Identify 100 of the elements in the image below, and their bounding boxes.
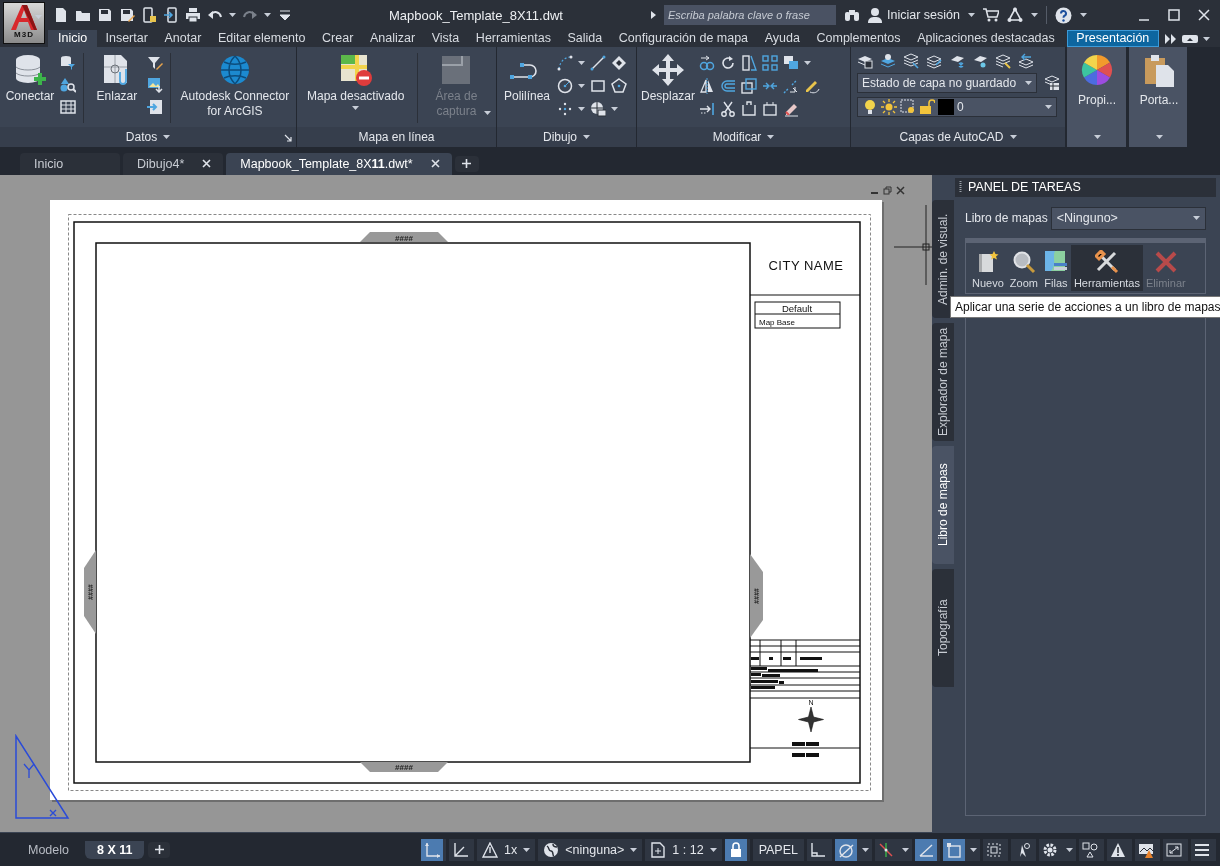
globe-table-icon[interactable] (590, 101, 606, 117)
layer-up-icon[interactable] (926, 53, 942, 69)
caret-icon[interactable] (1066, 847, 1073, 852)
layer-down-icon[interactable] (903, 53, 919, 69)
import-map-icon[interactable] (146, 99, 163, 115)
ribbon-tab[interactable]: Anotar (156, 30, 210, 47)
caret-icon[interactable] (163, 134, 171, 139)
layer-states-icon[interactable] (1044, 75, 1060, 91)
toolbar-button[interactable]: Filas (1040, 244, 1071, 291)
new-layout-button[interactable] (148, 841, 171, 858)
binoculars-icon[interactable] (844, 7, 860, 23)
side-tab[interactable]: Topografía (932, 568, 954, 687)
extend-icon[interactable] (699, 101, 716, 117)
shapes-search-icon[interactable] (60, 77, 76, 93)
application-menu-button[interactable]: M3D (3, 2, 45, 44)
document-tab[interactable]: Mapbook_Template_8X11.dwt* (226, 152, 452, 175)
grip-icon[interactable] (959, 181, 962, 194)
panel-toggle-icon[interactable] (1181, 33, 1198, 44)
caret-icon[interactable] (1030, 13, 1038, 17)
panel-title[interactable]: Datos (125, 129, 158, 144)
caret-icon[interactable] (578, 84, 585, 88)
break-icon[interactable] (783, 78, 800, 94)
layer-freeze-icon[interactable] (949, 53, 965, 69)
caret-icon[interactable] (583, 134, 590, 139)
search-field[interactable]: Escriba palabra clave o frase (664, 5, 836, 25)
mirror-icon[interactable] (699, 78, 716, 94)
layer-match-icon[interactable] (880, 53, 896, 69)
ribbon-tab[interactable]: Crear (313, 30, 362, 47)
cart-icon[interactable] (982, 7, 999, 23)
ribbon-tab[interactable]: Editar elemento (209, 30, 314, 47)
maximize-icon[interactable] (1168, 9, 1180, 21)
status-toggle-button[interactable] (943, 838, 965, 861)
ribbon-tab[interactable]: Insertar (97, 30, 157, 47)
status-dropdown[interactable]: 1 : 12 (645, 838, 722, 861)
document-tab[interactable]: Dibujo4* (123, 152, 224, 175)
caret-icon[interactable] (862, 847, 869, 852)
layer-properties-icon[interactable] (857, 53, 873, 69)
panel-title[interactable]: Dibujo (543, 129, 577, 144)
menu-caret-icon[interactable] (277, 7, 293, 23)
expand-arrow-icon[interactable] (651, 11, 656, 19)
layer-state-dropdown[interactable]: Estado de capa no guardado (857, 73, 1037, 93)
arc-icon[interactable] (557, 55, 573, 71)
caret-icon[interactable] (264, 13, 271, 17)
ribbon-tab[interactable]: Analizar (361, 30, 424, 47)
panel-title[interactable]: Modificar (712, 129, 762, 144)
database-filter-icon[interactable] (60, 55, 76, 71)
trim-icon[interactable] (741, 55, 758, 71)
export-icon[interactable] (163, 7, 179, 23)
caret-icon[interactable] (970, 847, 977, 852)
save-icon[interactable] (97, 7, 113, 23)
double-arrow-icon[interactable] (1164, 33, 1177, 44)
scissors-icon[interactable] (720, 101, 737, 117)
save-pencil-icon[interactable] (119, 7, 135, 23)
panel-title[interactable]: Capas de AutoCAD (899, 129, 1004, 144)
caret-icon[interactable] (578, 61, 585, 65)
printer-icon[interactable] (185, 7, 201, 23)
toolbar-button[interactable]: Nuevo (969, 244, 1007, 291)
draw-order-icon[interactable] (783, 55, 800, 71)
array-grid-icon[interactable] (762, 55, 779, 71)
stretch-box-icon[interactable] (762, 101, 779, 117)
help-icon[interactable] (1054, 6, 1072, 24)
ribbon-tab[interactable]: Inicio (48, 30, 98, 47)
filter-pencil-icon[interactable] (146, 55, 163, 71)
layer-off-icon[interactable] (972, 53, 988, 69)
layout-tab[interactable]: Modelo (16, 840, 81, 859)
ribbon-tool-button[interactable]: Polilínea (501, 53, 553, 104)
caret-icon[interactable] (804, 61, 812, 65)
diamond-icon[interactable] (611, 55, 627, 71)
layer-dropdown[interactable]: 0 (857, 97, 1057, 117)
toolbar-button[interactable]: Zoom (1006, 244, 1041, 291)
ribbon-tab[interactable]: Aplicaciones destacadas (908, 30, 1064, 47)
ribbon-tool-button[interactable]: Autodesk Connector for ArcGIS (177, 53, 292, 119)
side-tab[interactable]: Admin. de visual. (932, 199, 954, 318)
copy-circles-icon[interactable] (699, 55, 716, 71)
rotate-icon[interactable] (720, 55, 737, 71)
ribbon-tab[interactable]: Configuración de mapa (610, 30, 757, 47)
triangle-network-icon[interactable] (1006, 7, 1023, 23)
document-tab[interactable]: Inicio (20, 152, 120, 175)
status-toggle-button[interactable] (835, 838, 857, 861)
pentagon-icon[interactable] (611, 78, 627, 94)
status-dropdown[interactable]: <ninguna> (538, 838, 643, 861)
device-icon[interactable] (141, 7, 157, 23)
caret-icon[interactable] (1202, 36, 1210, 41)
ribbon-tab[interactable]: Presentación (1067, 30, 1159, 47)
new-tab-button[interactable] (454, 155, 479, 172)
caret-icon[interactable] (611, 107, 618, 111)
stretch-icon[interactable] (741, 101, 758, 117)
scale-icon[interactable] (741, 78, 758, 94)
circle-icon[interactable] (557, 78, 573, 94)
mapbook-dropdown[interactable]: <Ninguno> (1050, 206, 1206, 230)
caret-icon[interactable] (767, 134, 775, 139)
side-tab[interactable]: Libro de mapas (932, 445, 954, 564)
caret-icon[interactable] (967, 13, 975, 17)
ribbon-tab[interactable]: Herramientas (467, 30, 560, 47)
image-download-icon[interactable] (146, 77, 163, 93)
ribbon-tool-button[interactable]: Mapa desactivado (301, 53, 411, 110)
layer-lock-icon[interactable] (995, 53, 1011, 69)
ribbon-tab[interactable]: Ayuda (756, 30, 809, 47)
paper-space-button[interactable]: PAPEL (752, 838, 804, 861)
eraser-icon[interactable] (783, 101, 800, 117)
